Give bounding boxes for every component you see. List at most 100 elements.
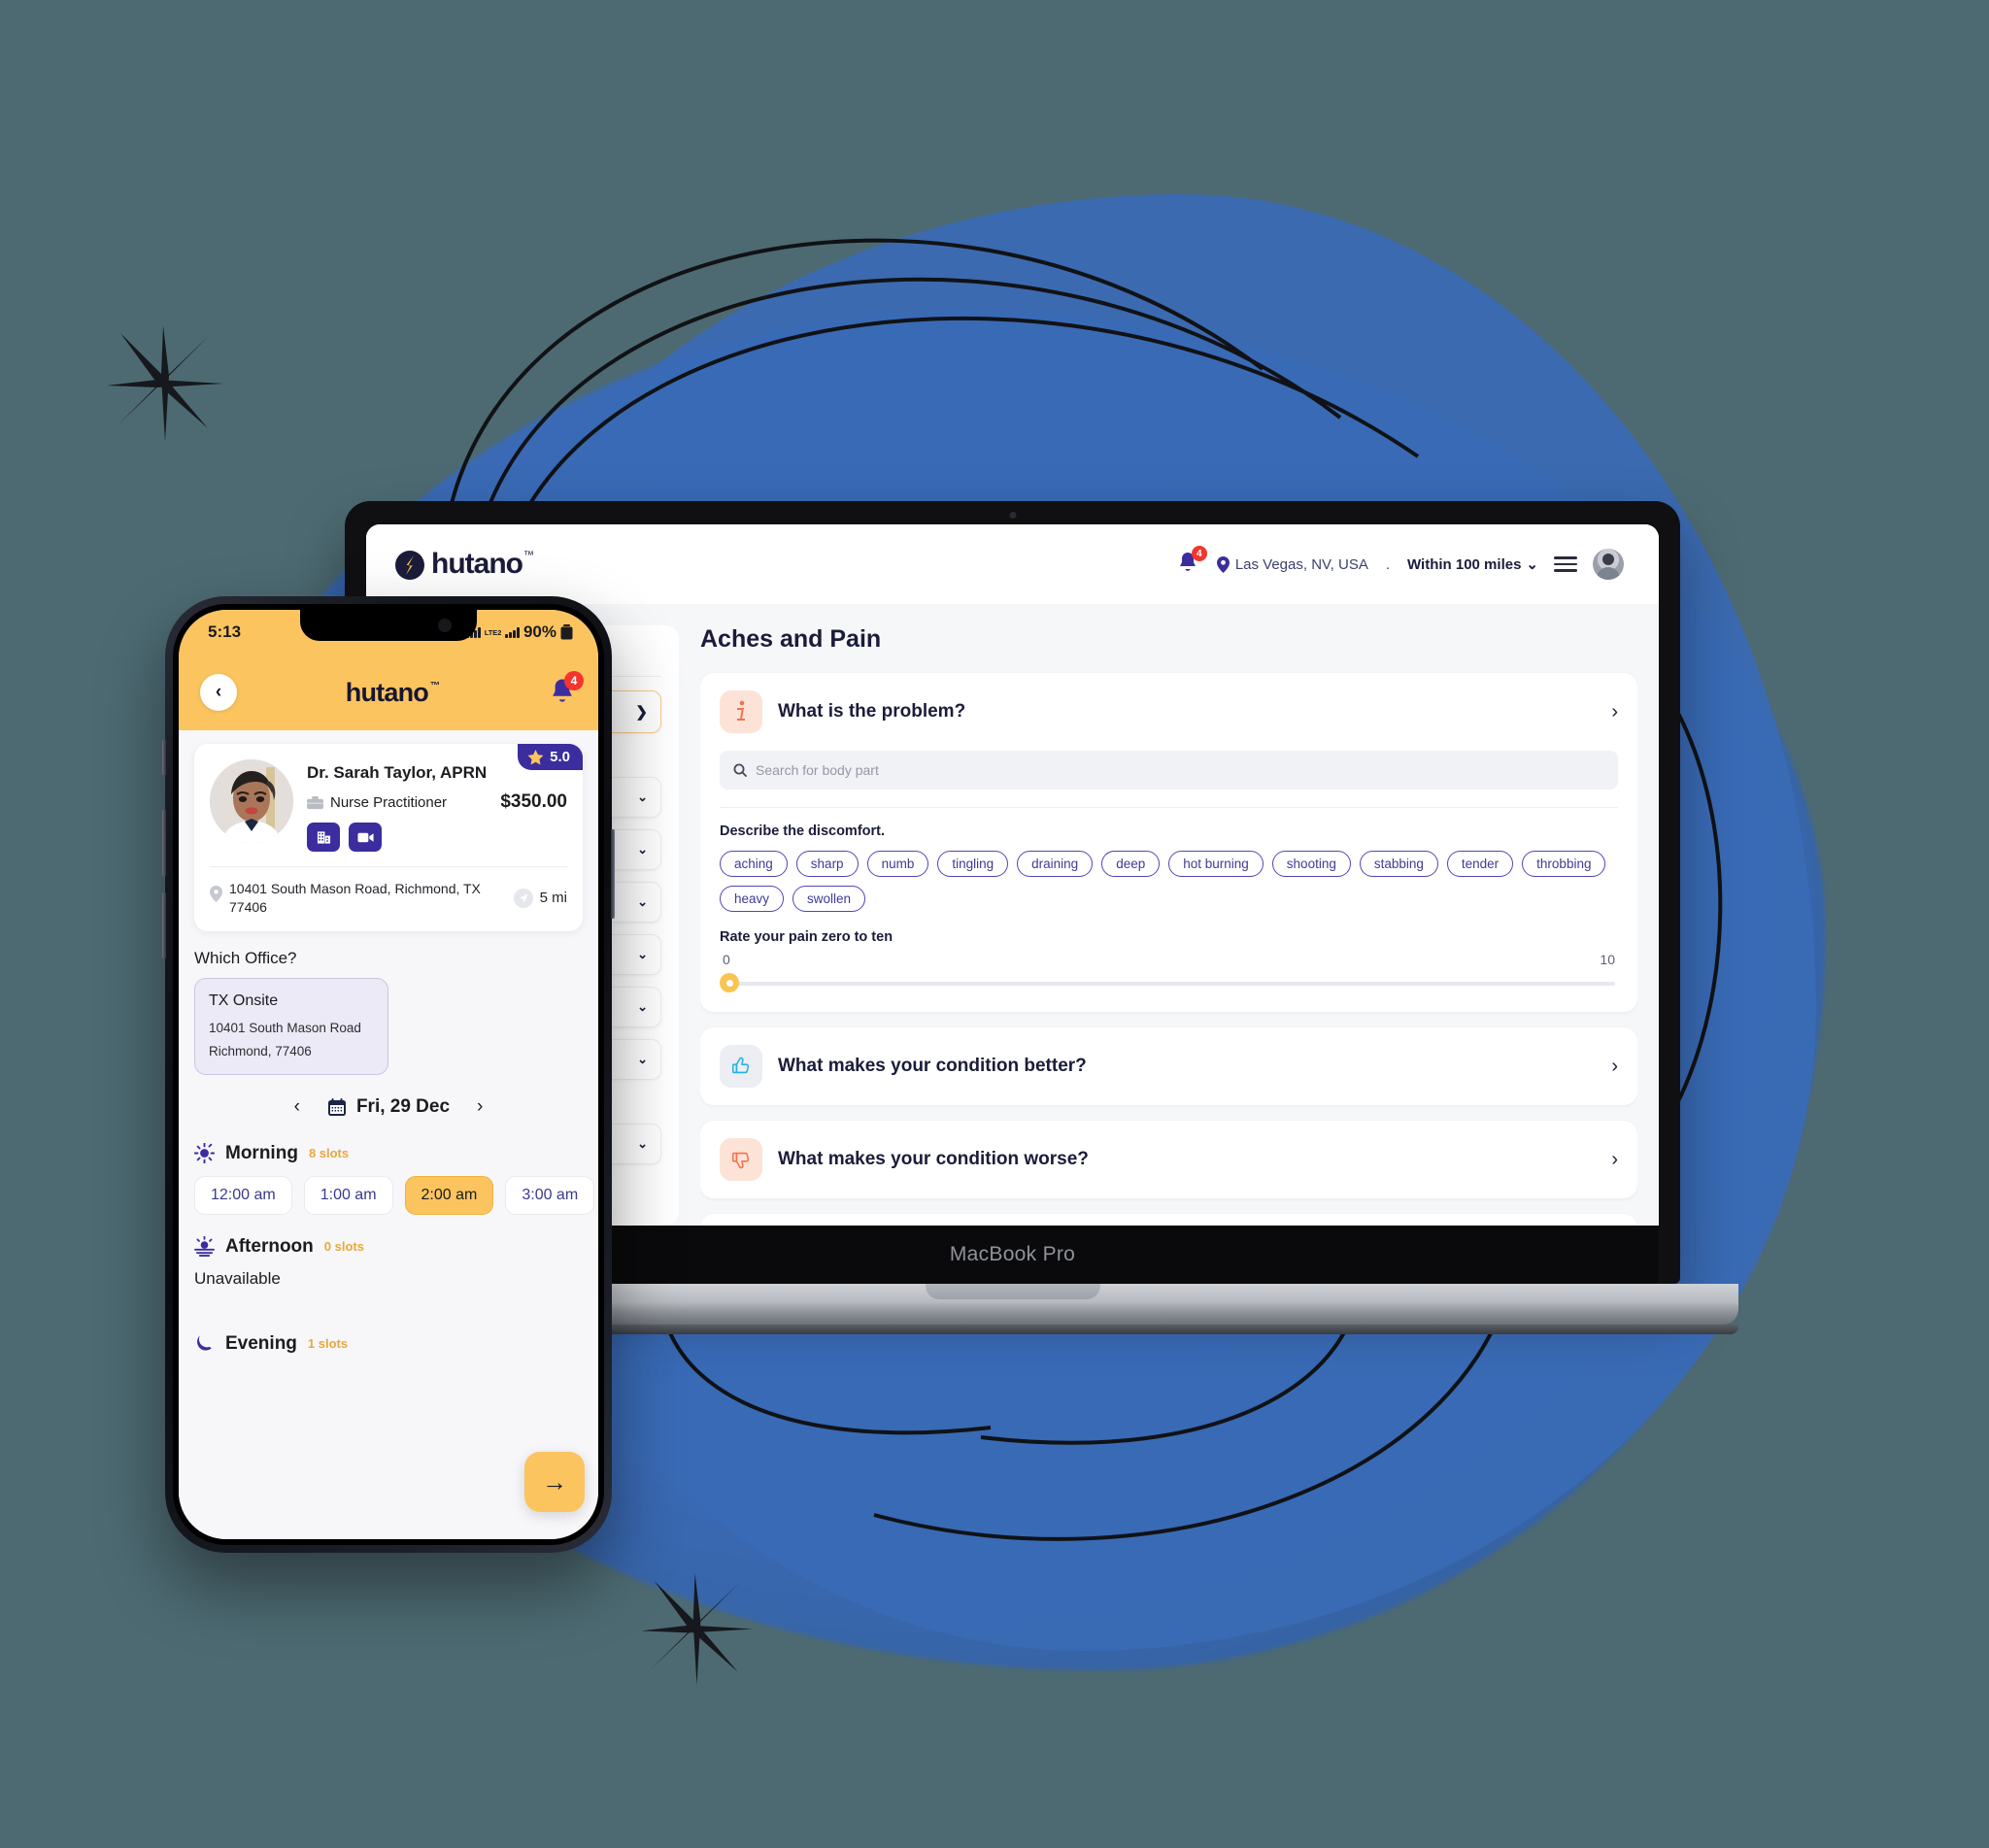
pain-rating-max: 10 [1600, 952, 1615, 967]
doctor-actions [307, 823, 567, 852]
phone-brand-tm: ™ [429, 680, 440, 691]
doctor-distance-text: 5 mi [539, 890, 567, 907]
next-day-button[interactable]: › [477, 1096, 483, 1118]
discomfort-chip[interactable]: deep [1101, 851, 1161, 877]
video-icon[interactable] [349, 823, 382, 852]
discomfort-chip[interactable]: heavy [720, 886, 785, 912]
morning-section-header: Morning 8 slots [194, 1143, 583, 1164]
question-card-better[interactable]: What makes your condition better? › [700, 1027, 1637, 1105]
notification-badge: 4 [1191, 546, 1207, 561]
question-card-header: What makes your condition better? › [720, 1045, 1618, 1088]
evening-title: Evening [225, 1332, 297, 1354]
evening-slot-count: 1 slots [307, 1336, 349, 1352]
office-card[interactable]: TX Onsite 10401 South Mason Road Richmon… [194, 977, 388, 1075]
moon-icon [197, 1335, 212, 1351]
back-button[interactable]: ‹ [200, 674, 237, 711]
discomfort-chip[interactable]: numb [866, 851, 929, 877]
battery-percent: 90% [523, 622, 556, 641]
afternoon-section-header: Afternoon 0 slots [194, 1236, 583, 1258]
question-card-header: What makes your condition worse? › [720, 1138, 1618, 1181]
phone-top-bar: ‹ hutano ™ 4 [179, 655, 598, 730]
chevron-down-icon: ⌄ [637, 894, 648, 909]
question-card-header[interactable]: What is the problem? › [720, 690, 1618, 733]
location-text: Las Vegas, NV, USA [1234, 555, 1368, 573]
radius-selector[interactable]: Within 100 miles ⌄ [1407, 555, 1538, 574]
web-brand-logo[interactable]: hutano ™ [395, 549, 534, 580]
pain-rating-slider[interactable] [720, 971, 1618, 994]
discomfort-chip[interactable]: draining [1017, 851, 1094, 877]
discomfort-chip[interactable]: shooting [1271, 851, 1351, 877]
evening-section-header: Evening 1 slots [194, 1333, 583, 1355]
star-icon [527, 749, 544, 764]
office-icon[interactable] [307, 823, 340, 852]
pain-rating-ends: 0 10 [720, 952, 1618, 967]
question-title: What makes your condition better? [778, 1056, 1087, 1076]
morning-slot-count: 8 slots [308, 1146, 350, 1161]
calendar-icon [327, 1097, 346, 1116]
discomfort-chip[interactable]: tingling [937, 851, 1009, 877]
chevron-right-icon[interactable]: › [1611, 1056, 1618, 1078]
sunset-icon [194, 1236, 215, 1258]
discomfort-chip[interactable]: stabbing [1359, 851, 1438, 877]
slider-track [727, 982, 1615, 986]
chevron-down-icon: ⌄ [637, 1136, 648, 1151]
discomfort-chip[interactable]: aching [720, 851, 788, 877]
location-selector[interactable]: Las Vegas, NV, USA [1216, 555, 1368, 573]
time-slot[interactable]: 1:00 am [303, 1175, 393, 1215]
question-card-worse[interactable]: What makes your condition worse? › [700, 1121, 1637, 1198]
prev-day-button[interactable]: ‹ [294, 1096, 300, 1118]
question-card-daily-activities[interactable]: Effect on daily activities? › [700, 1214, 1637, 1226]
laptop-model-label: MacBook Pro [949, 1243, 1076, 1265]
discomfort-chip[interactable]: sharp [795, 851, 859, 877]
sparkle-star-icon-2 [641, 1573, 753, 1685]
doctor-role-text: Nurse Practitioner [330, 793, 448, 811]
lte2-label: LTE2 [484, 627, 502, 637]
doctor-meta: Nurse Practitioner $350.00 [307, 791, 567, 813]
web-header: hutano ™ 4 Las Vegas, NV, USA . Within 1… [366, 524, 1659, 604]
time-slot-selected[interactable]: 2:00 am [404, 1175, 494, 1215]
chevron-right-icon[interactable]: › [1611, 1149, 1618, 1171]
describe-discomfort-label: Describe the discomfort. [720, 823, 886, 839]
afternoon-slot-count: 0 slots [323, 1239, 364, 1255]
chevron-down-icon: ⌄ [637, 790, 648, 804]
phone-notifications-button[interactable]: 4 [548, 671, 584, 708]
doctor-card[interactable]: 5.0 Dr. Sarah Taylor, APRN Nurse Practit… [194, 744, 583, 931]
discomfort-chip[interactable]: swollen [792, 886, 866, 912]
main-content: Aches and Pain What is the problem? › Se… [700, 625, 1637, 1226]
laptop-camera-icon [1009, 512, 1016, 519]
discomfort-chip[interactable]: hot burning [1168, 851, 1264, 877]
thumbs-up-icon [720, 1045, 762, 1088]
discomfort-chip[interactable]: throbbing [1522, 851, 1606, 877]
phone-volume-up-button[interactable] [162, 810, 166, 876]
slider-knob[interactable] [720, 973, 739, 992]
notifications-button[interactable]: 4 [1176, 546, 1207, 578]
menu-button[interactable] [1554, 556, 1577, 572]
selected-date[interactable]: Fri, 29 Dec [327, 1096, 450, 1118]
phone-silent-switch[interactable] [162, 740, 166, 775]
avatar[interactable] [1593, 549, 1624, 580]
chevron-down-icon: ⌄ [637, 999, 648, 1014]
doctor-info: Dr. Sarah Taylor, APRN Nurse Practitione… [307, 759, 567, 852]
hamburger-line [1554, 562, 1577, 566]
rating-badge: 5.0 [518, 744, 583, 770]
time-slot[interactable]: 12:00 am [194, 1175, 292, 1215]
pain-rating-label: Rate your pain zero to ten [720, 929, 893, 945]
afternoon-title: Afternoon [225, 1235, 314, 1257]
web-header-actions: 4 Las Vegas, NV, USA . Within 100 miles … [1176, 546, 1624, 580]
discomfort-chip[interactable]: tender [1446, 851, 1514, 877]
doctor-price: $350.00 [500, 791, 567, 812]
rating-value: 5.0 [550, 749, 570, 765]
doctor-photo [210, 759, 293, 843]
office-address-line1: 10401 South Mason Road [209, 1020, 361, 1035]
phone-notch [300, 610, 477, 641]
chevron-right-icon[interactable]: › [1611, 701, 1618, 723]
hamburger-line [1554, 556, 1577, 559]
phone-power-button[interactable] [611, 829, 615, 919]
search-input[interactable]: Search for body part [720, 751, 1618, 790]
next-button[interactable]: → [524, 1452, 585, 1512]
phone-volume-down-button[interactable] [162, 892, 166, 958]
sparkle-star-icon [107, 325, 223, 442]
info-icon [720, 690, 762, 733]
time-slot[interactable]: 3:00 am [505, 1175, 595, 1215]
doctor-role: Nurse Practitioner [307, 794, 447, 811]
